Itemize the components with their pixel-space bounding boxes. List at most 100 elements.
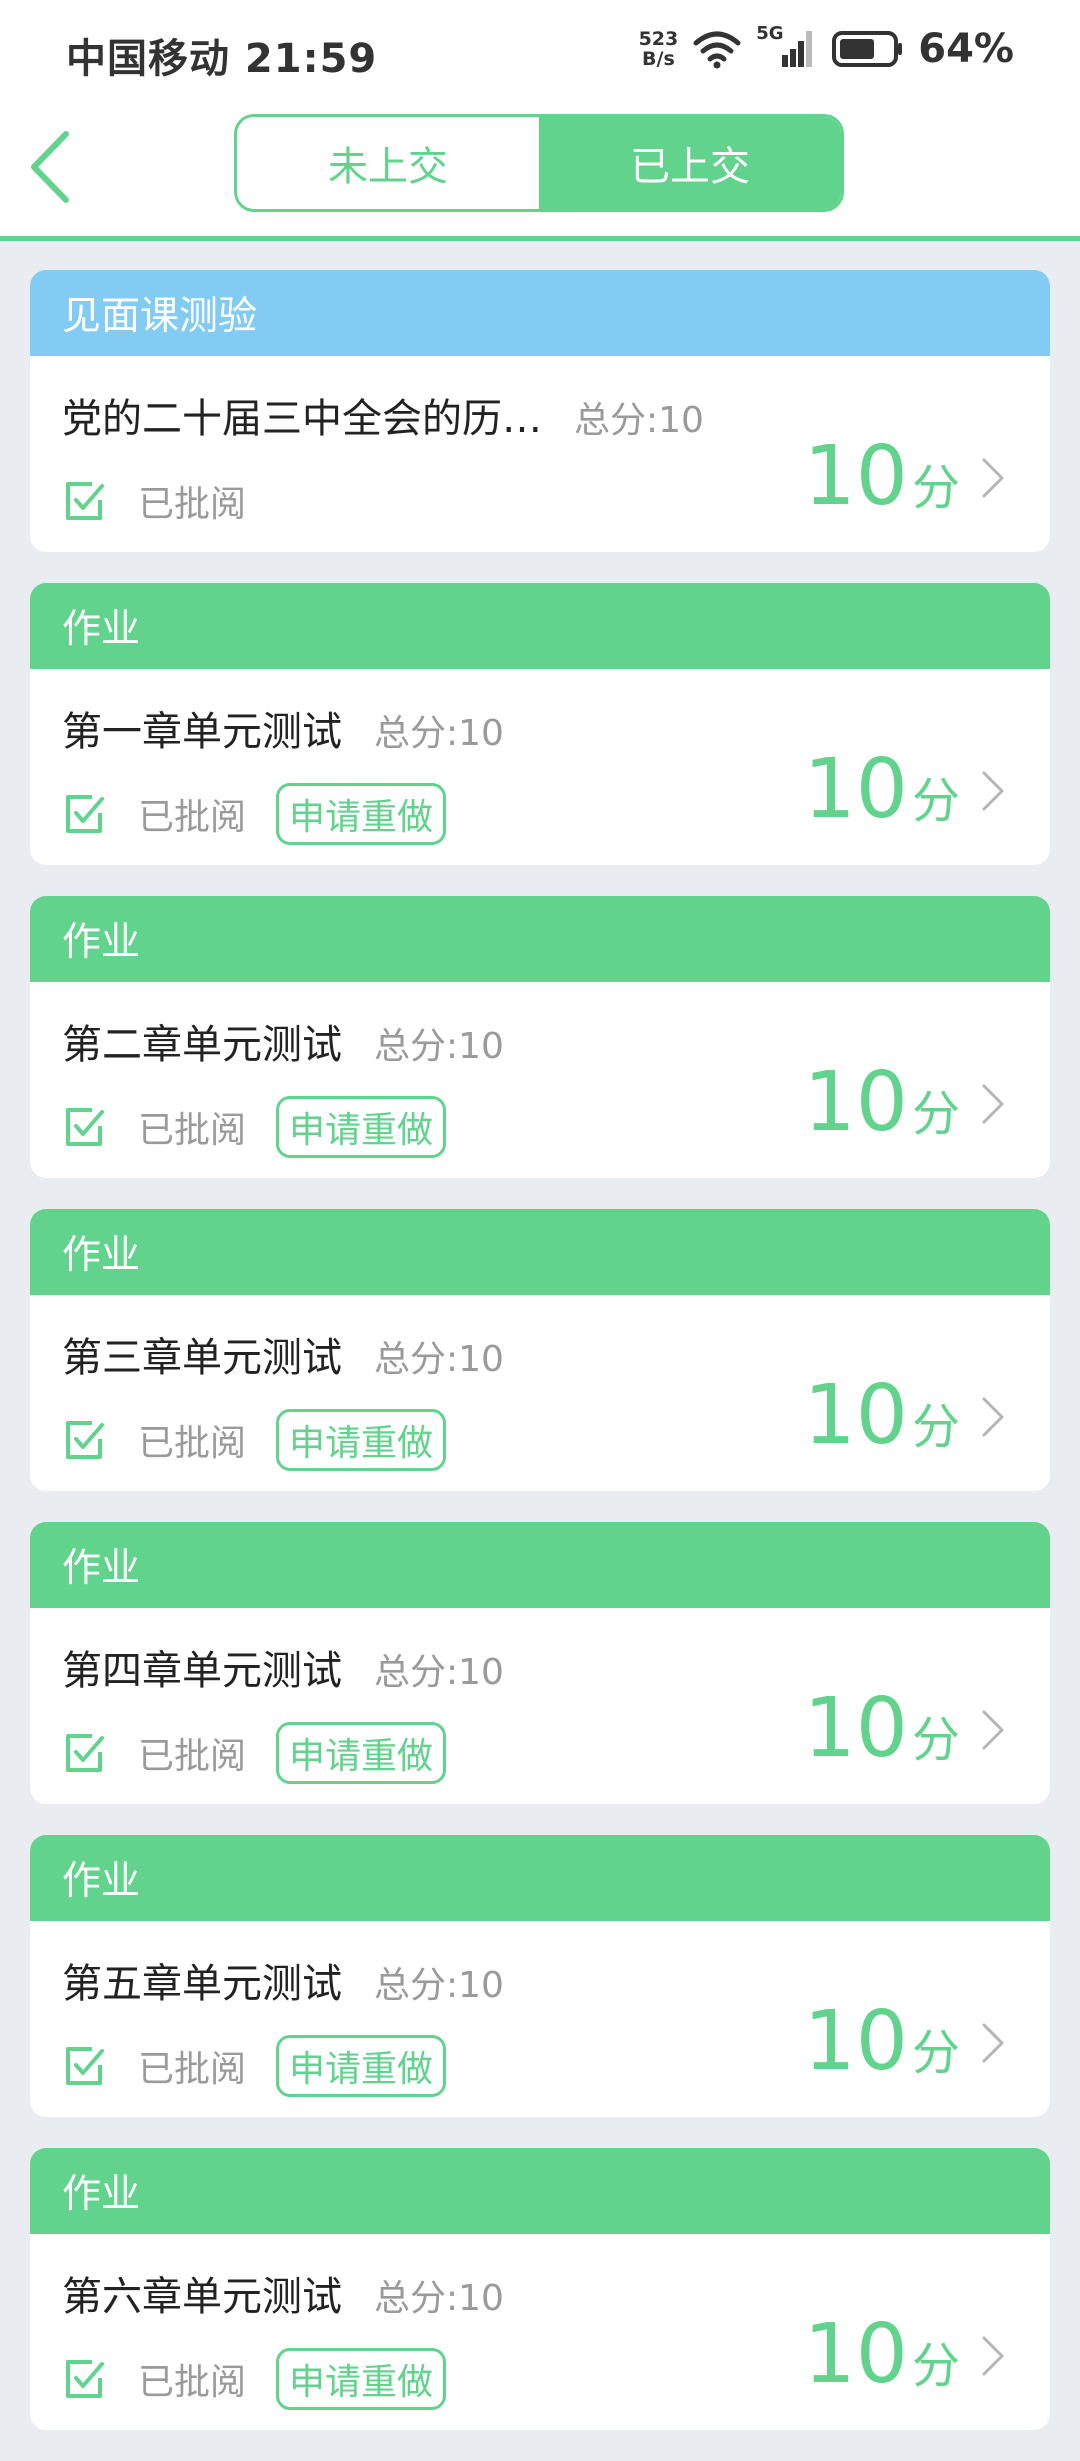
request-redo-button[interactable]: 申请重做 xyxy=(276,1409,447,1471)
status-row: 已批阅 申请重做 xyxy=(62,1096,447,1158)
chevron-right-icon xyxy=(982,2336,1004,2376)
score-value: 10 xyxy=(803,429,908,524)
card-body: 党的二十届三中全会的历… 总分:10 已批阅 10 分 xyxy=(30,356,1050,552)
app-header: 未上交 已上交 xyxy=(0,100,1080,241)
total-score: 总分:10 xyxy=(374,1026,504,1067)
review-status: 已批阅 xyxy=(138,797,247,838)
title-row: 第三章单元测试 总分:10 xyxy=(62,1325,504,1383)
reviewed-check-icon xyxy=(66,1734,104,1772)
score-unit: 分 xyxy=(911,460,960,516)
reviewed-check-icon xyxy=(66,795,104,833)
status-row: 已批阅 申请重做 xyxy=(62,783,447,845)
score-unit: 分 xyxy=(911,773,960,829)
chevron-right-icon xyxy=(982,1397,1004,1437)
review-status: 已批阅 xyxy=(138,1736,247,1777)
title-row: 第四章单元测试 总分:10 xyxy=(62,1638,504,1696)
score-unit: 分 xyxy=(911,1086,960,1142)
card-body: 第五章单元测试 总分:10 已批阅 申请重做 10 分 xyxy=(30,1921,1050,2117)
score: 10 分 xyxy=(804,745,960,835)
total-score: 总分:10 xyxy=(374,2278,504,2319)
card-category: 见面课测验 xyxy=(30,270,1050,356)
title-row: 党的二十届三中全会的历… 总分:10 xyxy=(62,386,704,444)
status-row: 已批阅 xyxy=(62,470,246,532)
status-row: 已批阅 申请重做 xyxy=(62,1409,447,1471)
total-score: 总分:10 xyxy=(374,1965,504,2006)
score-value: 10 xyxy=(803,1681,908,1776)
assignment-title: 第三章单元测试 xyxy=(62,1335,342,1381)
net-speed-value: 523 xyxy=(638,28,679,50)
total-score: 总分:10 xyxy=(374,1339,504,1380)
tab-submitted[interactable]: 已上交 xyxy=(539,117,841,209)
assignment-title: 党的二十届三中全会的历… xyxy=(62,396,542,442)
score: 10 分 xyxy=(804,1371,960,1461)
battery-percent: 64% xyxy=(918,26,1014,72)
net-speed-unit: B/s xyxy=(642,48,675,70)
signal-icon xyxy=(782,31,813,67)
assignment-card[interactable]: 作业 第六章单元测试 总分:10 已批阅 申请重做 10 分 xyxy=(30,2148,1050,2430)
title-row: 第六章单元测试 总分:10 xyxy=(62,2264,504,2322)
score-value: 10 xyxy=(803,1994,908,2089)
submission-tabs: 未上交 已上交 xyxy=(234,114,844,212)
score-value: 10 xyxy=(803,1368,908,1463)
assignment-card[interactable]: 作业 第三章单元测试 总分:10 已批阅 申请重做 10 分 xyxy=(30,1209,1050,1491)
review-status: 已批阅 xyxy=(138,2049,247,2090)
chevron-right-icon xyxy=(982,771,1004,811)
assignment-title: 第四章单元测试 xyxy=(62,1648,342,1694)
chevron-right-icon xyxy=(982,1710,1004,1750)
total-score: 总分:10 xyxy=(374,1652,504,1693)
title-row: 第一章单元测试 总分:10 xyxy=(62,699,504,757)
assignment-card[interactable]: 作业 第二章单元测试 总分:10 已批阅 申请重做 10 分 xyxy=(30,896,1050,1178)
title-row: 第五章单元测试 总分:10 xyxy=(62,1951,504,2009)
tab-not-submitted[interactable]: 未上交 xyxy=(237,117,539,209)
request-redo-button[interactable]: 申请重做 xyxy=(276,2348,447,2410)
card-body: 第四章单元测试 总分:10 已批阅 申请重做 10 分 xyxy=(30,1608,1050,1804)
assignment-list: 见面课测验 党的二十届三中全会的历… 总分:10 已批阅 10 分 作业 第一章… xyxy=(30,270,1050,2461)
assignment-card[interactable]: 作业 第四章单元测试 总分:10 已批阅 申请重做 10 分 xyxy=(30,1522,1050,1804)
request-redo-button[interactable]: 申请重做 xyxy=(276,1722,447,1784)
carrier-time: 中国移动 21:59 xyxy=(66,36,378,82)
status-row: 已批阅 申请重做 xyxy=(62,2035,447,2097)
chevron-left-icon xyxy=(31,131,69,203)
card-body: 第三章单元测试 总分:10 已批阅 申请重做 10 分 xyxy=(30,1295,1050,1491)
card-category: 作业 xyxy=(30,583,1050,669)
chevron-right-icon xyxy=(982,2023,1004,2063)
score-unit: 分 xyxy=(911,1712,960,1768)
net-speed: 523 B/s xyxy=(639,29,679,69)
score-value: 10 xyxy=(803,742,908,837)
request-redo-button[interactable]: 申请重做 xyxy=(276,1096,447,1158)
score: 10 分 xyxy=(804,1684,960,1774)
status-icons: 523 B/s 5G 64% xyxy=(639,23,1014,74)
review-status: 已批阅 xyxy=(138,484,247,525)
reviewed-check-icon xyxy=(66,2360,104,2398)
status-row: 已批阅 申请重做 xyxy=(62,1722,447,1784)
score: 10 分 xyxy=(804,2310,960,2400)
score-unit: 分 xyxy=(911,2338,960,2394)
chevron-right-icon xyxy=(982,458,1004,498)
card-category: 作业 xyxy=(30,1835,1050,1921)
assignment-card[interactable]: 见面课测验 党的二十届三中全会的历… 总分:10 已批阅 10 分 xyxy=(30,270,1050,552)
assignment-title: 第六章单元测试 xyxy=(62,2274,342,2320)
assignment-card[interactable]: 作业 第一章单元测试 总分:10 已批阅 申请重做 10 分 xyxy=(30,583,1050,865)
wifi-icon xyxy=(693,31,741,69)
reviewed-check-icon xyxy=(66,1108,104,1146)
assignment-title: 第二章单元测试 xyxy=(62,1022,342,1068)
reviewed-check-icon xyxy=(66,482,104,520)
assignment-title: 第五章单元测试 xyxy=(62,1961,342,2007)
back-button[interactable] xyxy=(18,122,88,212)
score-unit: 分 xyxy=(911,2025,960,2081)
reviewed-check-icon xyxy=(66,2047,104,2085)
review-status: 已批阅 xyxy=(138,1423,247,1464)
request-redo-button[interactable]: 申请重做 xyxy=(276,783,447,845)
score: 10 分 xyxy=(804,1058,960,1148)
chevron-right-icon xyxy=(982,1084,1004,1124)
status-row: 已批阅 申请重做 xyxy=(62,2348,447,2410)
score-value: 10 xyxy=(803,1055,908,1150)
assignment-card[interactable]: 作业 第五章单元测试 总分:10 已批阅 申请重做 10 分 xyxy=(30,1835,1050,2117)
cellular-signal: 5G xyxy=(756,23,818,71)
assignment-title: 第一章单元测试 xyxy=(62,709,342,755)
reviewed-check-icon xyxy=(66,1421,104,1459)
request-redo-button[interactable]: 申请重做 xyxy=(276,2035,447,2097)
status-bar: 中国移动 21:59 523 B/s 5G 64% xyxy=(0,0,1080,100)
score-value: 10 xyxy=(803,2307,908,2402)
title-row: 第二章单元测试 总分:10 xyxy=(62,1012,504,1070)
